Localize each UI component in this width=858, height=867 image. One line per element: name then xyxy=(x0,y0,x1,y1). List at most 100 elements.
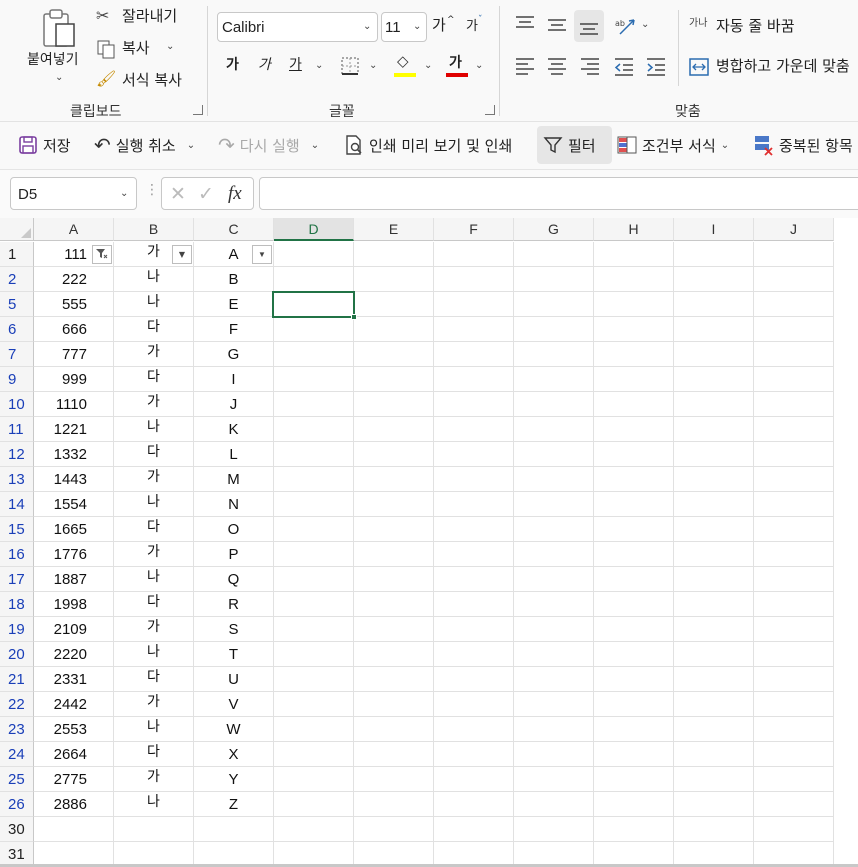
cell-e[interactable] xyxy=(354,317,434,342)
cell-f[interactable] xyxy=(434,692,514,717)
cell-i[interactable] xyxy=(674,742,754,767)
row-header[interactable]: 9 xyxy=(0,367,34,392)
cell-c[interactable]: O xyxy=(194,517,274,542)
chevron-down-icon[interactable]: ⌄ xyxy=(641,20,649,30)
cell-j[interactable] xyxy=(754,692,834,717)
font-size-dropdown[interactable]: 11 ⌄ xyxy=(381,12,427,42)
cell-b[interactable]: 가 xyxy=(114,392,194,417)
row-header[interactable]: 25 xyxy=(0,767,34,792)
row-header[interactable]: 11 xyxy=(0,417,34,442)
cell-g[interactable] xyxy=(514,717,594,742)
cell-a[interactable]: 2775 xyxy=(34,767,114,792)
copy-button[interactable]: 복사 ⌄ xyxy=(96,38,186,60)
cell-g[interactable] xyxy=(514,592,594,617)
cell-d[interactable] xyxy=(274,692,354,717)
cell-b[interactable]: 다 xyxy=(114,367,194,392)
cell-j[interactable] xyxy=(754,392,834,417)
fill-handle[interactable] xyxy=(351,314,357,320)
cell-c[interactable] xyxy=(194,817,274,842)
cell-d[interactable] xyxy=(274,317,354,342)
cell-i[interactable] xyxy=(674,417,754,442)
cell-c[interactable]: Z xyxy=(194,792,274,817)
cell-i[interactable] xyxy=(674,542,754,567)
cell-a[interactable]: 222 xyxy=(34,267,114,292)
column-header-g[interactable]: G xyxy=(514,218,594,241)
cell-j[interactable] xyxy=(754,542,834,567)
cell-c[interactable]: T xyxy=(194,642,274,667)
cell-f[interactable] xyxy=(434,242,514,267)
chevron-down-icon[interactable]: ⌄ xyxy=(369,61,377,71)
cell-b[interactable] xyxy=(114,817,194,842)
cell-i[interactable] xyxy=(674,242,754,267)
cell-d[interactable] xyxy=(274,517,354,542)
row-header[interactable]: 15 xyxy=(0,517,34,542)
cell-f[interactable] xyxy=(434,442,514,467)
cell-a[interactable]: 2331 xyxy=(34,667,114,692)
cell-g[interactable] xyxy=(514,617,594,642)
column-header-c[interactable]: C xyxy=(194,218,274,241)
cell-b[interactable]: 나 xyxy=(114,292,194,317)
cell-f[interactable] xyxy=(434,767,514,792)
format-painter-button[interactable]: 🖌 서식 복사 xyxy=(96,70,196,92)
align-bottom-button[interactable] xyxy=(574,10,604,42)
chevron-down-icon[interactable]: ⌄ xyxy=(475,61,483,71)
formula-input[interactable] xyxy=(259,177,858,210)
row-header[interactable]: 19 xyxy=(0,617,34,642)
cell-h[interactable] xyxy=(594,767,674,792)
cell-h[interactable] xyxy=(594,742,674,767)
cell-i[interactable] xyxy=(674,317,754,342)
borders-icon[interactable] xyxy=(340,56,360,76)
cell-i[interactable] xyxy=(674,342,754,367)
cell-j[interactable] xyxy=(754,717,834,742)
cell-h[interactable] xyxy=(594,242,674,267)
cell-g[interactable] xyxy=(514,667,594,692)
cell-h[interactable] xyxy=(594,417,674,442)
cell-b[interactable]: 다 xyxy=(114,317,194,342)
cell-f[interactable] xyxy=(434,517,514,542)
cell-h[interactable] xyxy=(594,367,674,392)
cell-i[interactable] xyxy=(674,642,754,667)
cell-f[interactable] xyxy=(434,617,514,642)
row-header[interactable]: 6 xyxy=(0,317,34,342)
cell-e[interactable] xyxy=(354,817,434,842)
cell-g[interactable] xyxy=(514,742,594,767)
cell-f[interactable] xyxy=(434,342,514,367)
cell-c[interactable]: B xyxy=(194,267,274,292)
select-all-corner[interactable] xyxy=(0,218,34,241)
align-right-icon[interactable] xyxy=(579,56,601,76)
cell-i[interactable] xyxy=(674,667,754,692)
cell-a[interactable]: 2442 xyxy=(34,692,114,717)
cell-a[interactable]: 555 xyxy=(34,292,114,317)
cell-d[interactable] xyxy=(274,492,354,517)
cell-c[interactable]: G xyxy=(194,342,274,367)
cell-f[interactable] xyxy=(434,542,514,567)
cell-g[interactable] xyxy=(514,642,594,667)
cell-j[interactable] xyxy=(754,792,834,817)
conditional-format-button[interactable]: 조건부 서식 ⌄ xyxy=(617,126,729,164)
cell-b[interactable]: 다 xyxy=(114,517,194,542)
cell-e[interactable] xyxy=(354,717,434,742)
row-header[interactable]: 1 xyxy=(0,242,34,267)
cell-c[interactable]: F xyxy=(194,317,274,342)
cell-i[interactable] xyxy=(674,767,754,792)
cell-d[interactable] xyxy=(274,817,354,842)
cell-j[interactable] xyxy=(754,242,834,267)
cell-j[interactable] xyxy=(754,617,834,642)
cell-a[interactable]: 1554 xyxy=(34,492,114,517)
merge-center-button[interactable]: 병합하고 가운데 맞춤 xyxy=(689,54,858,80)
cell-j[interactable] xyxy=(754,417,834,442)
row-header[interactable]: 17 xyxy=(0,567,34,592)
print-preview-button[interactable]: 인쇄 미리 보기 및 인쇄 xyxy=(344,126,512,164)
cell-d[interactable] xyxy=(274,242,354,267)
filter-dropdown-icon[interactable]: ▼ xyxy=(252,245,272,264)
cell-i[interactable] xyxy=(674,692,754,717)
cell-e[interactable] xyxy=(354,392,434,417)
cell-i[interactable] xyxy=(674,567,754,592)
row-header[interactable]: 23 xyxy=(0,717,34,742)
cell-i[interactable] xyxy=(674,442,754,467)
cell-d[interactable] xyxy=(274,367,354,392)
row-header[interactable]: 14 xyxy=(0,492,34,517)
cell-a[interactable]: 999 xyxy=(34,367,114,392)
grow-font-button[interactable]: 가 ^ xyxy=(432,16,458,38)
cell-e[interactable] xyxy=(354,667,434,692)
